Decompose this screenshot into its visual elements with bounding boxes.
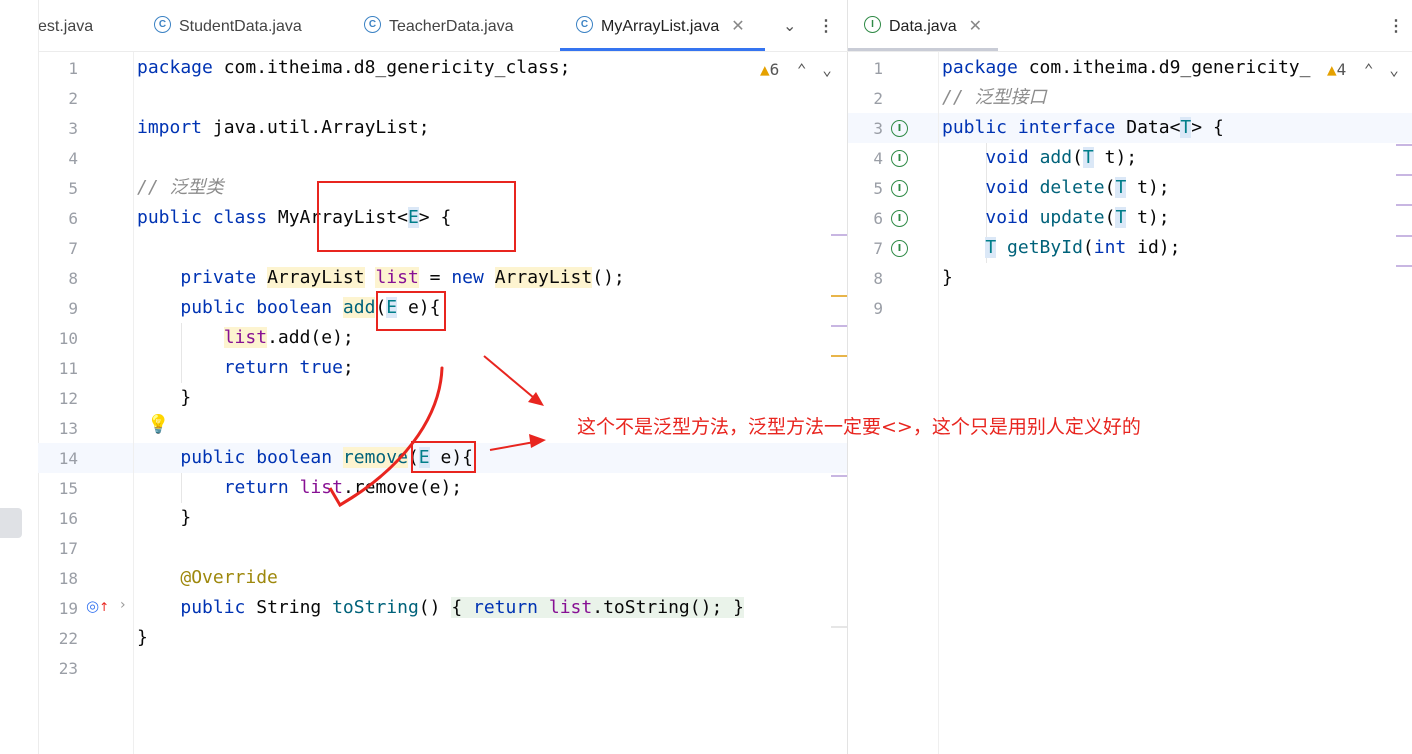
annotation-note: 这个不是泛型方法，泛型方法一定要<>，这个只是用别人定义好的: [577, 416, 1141, 438]
annotation-arrows: [328, 355, 546, 508]
